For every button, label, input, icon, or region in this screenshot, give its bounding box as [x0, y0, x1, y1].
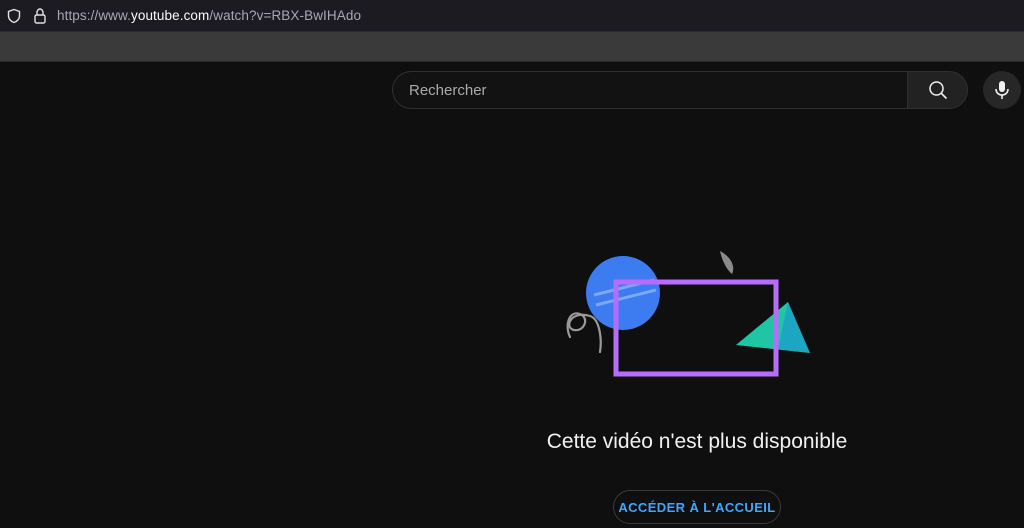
search-icon — [928, 81, 947, 99]
unavailable-message: Cette vidéo n'est plus disponible — [546, 430, 848, 453]
search-button[interactable] — [907, 71, 968, 109]
browser-url-bar[interactable]: https://www.youtube.com/watch?v=RBX-BwIH… — [0, 0, 1024, 32]
search-input[interactable] — [392, 71, 907, 109]
url-path: /watch?v=RBX-BwIHAdo — [209, 8, 362, 23]
url-text[interactable]: https://www.youtube.com/watch?v=RBX-BwIH… — [57, 8, 361, 23]
url-domain: youtube.com — [130, 8, 210, 23]
squiggle-shape — [566, 312, 602, 354]
lock-icon[interactable] — [32, 7, 48, 25]
go-to-home-button[interactable]: ACCÉDER À L'ACCUEIL — [613, 490, 781, 524]
search-box — [392, 71, 968, 109]
microphone-icon — [995, 81, 1009, 99]
browser-toolbar-strip — [0, 32, 1024, 62]
shield-icon[interactable] — [6, 8, 22, 24]
voice-search-button[interactable] — [983, 71, 1021, 109]
url-prefix: https://www. — [57, 8, 131, 23]
video-unavailable-illustration — [566, 251, 810, 377]
grey-leaf-shape — [720, 251, 734, 274]
